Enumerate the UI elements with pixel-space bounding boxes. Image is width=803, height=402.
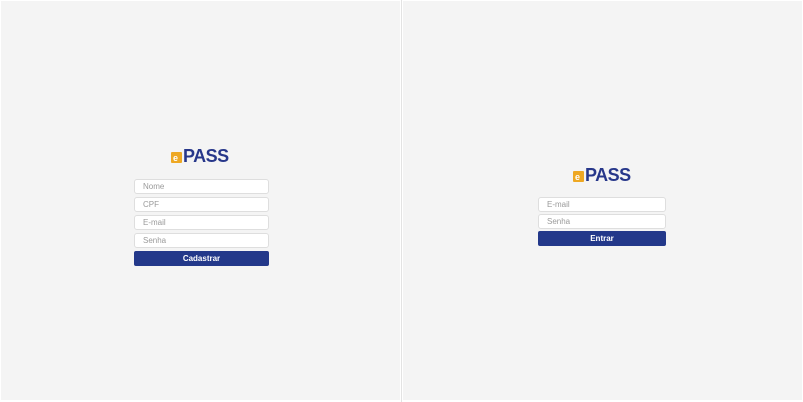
login-password-input[interactable] — [538, 214, 666, 229]
register-submit-button[interactable]: Cadastrar — [134, 251, 269, 266]
epass-logo-login: e PASS — [573, 165, 632, 185]
register-password-input[interactable] — [134, 233, 269, 248]
epass-logo: e PASS — [171, 146, 230, 166]
register-name-input[interactable] — [134, 179, 269, 194]
login-email-input[interactable] — [538, 197, 666, 212]
logo-badge-letter: e — [173, 153, 178, 163]
login-submit-button[interactable]: Entrar — [538, 231, 666, 246]
logo-wordmark: PASS — [183, 146, 229, 166]
register-email-input[interactable] — [134, 215, 269, 230]
logo-badge-letter: e — [575, 172, 580, 182]
logo-wordmark: PASS — [585, 165, 631, 185]
panel-divider — [401, 0, 402, 402]
register-cpf-input[interactable] — [134, 197, 269, 212]
